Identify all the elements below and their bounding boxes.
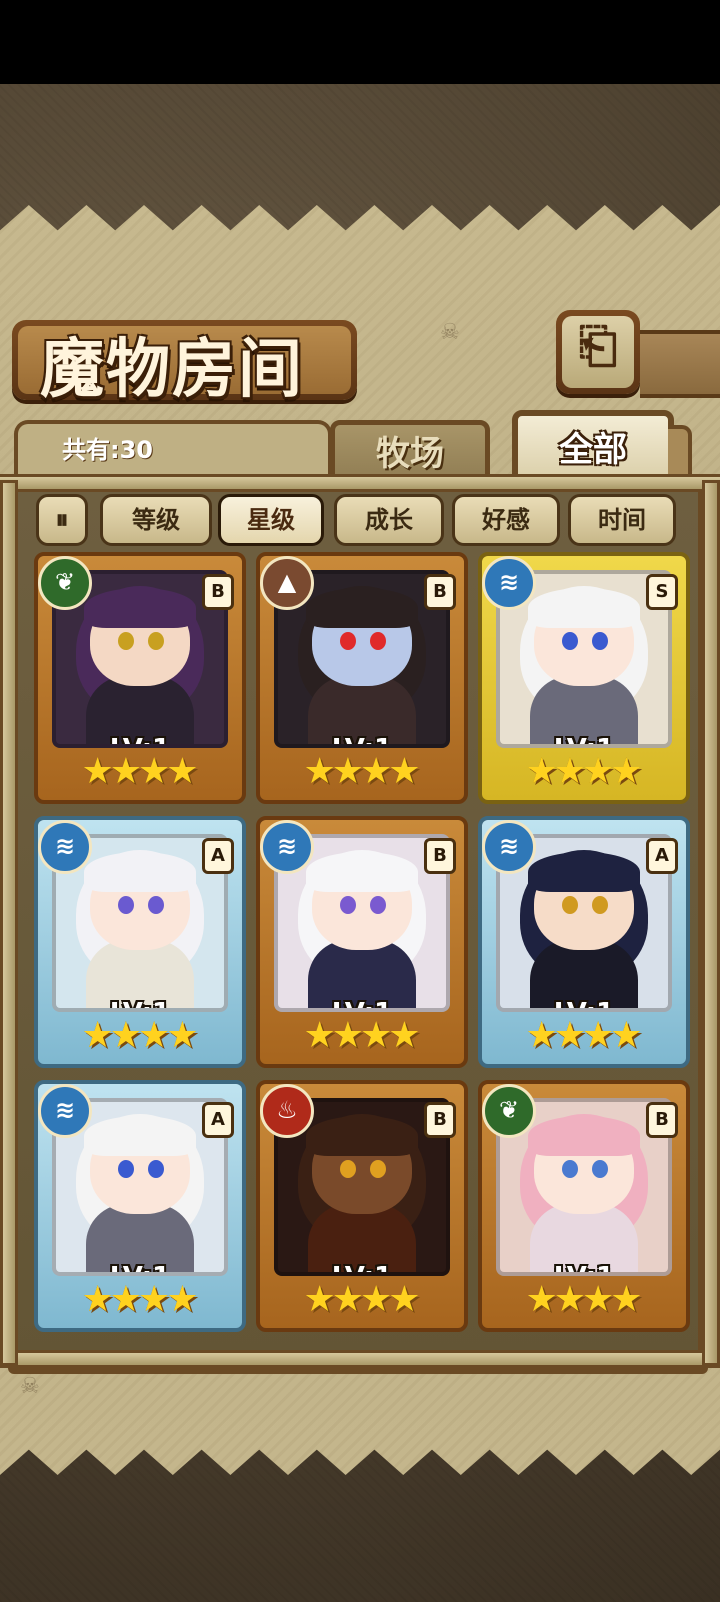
filter-level[interactable]: 等级 bbox=[100, 494, 212, 546]
fire-element-icon: ♨ bbox=[260, 1084, 314, 1138]
character-eye bbox=[148, 896, 164, 914]
monster-card[interactable]: LV:1 ≋ S ★★★★ bbox=[478, 552, 690, 804]
character-eye bbox=[370, 1160, 386, 1178]
character-eye bbox=[118, 632, 134, 650]
character-eye bbox=[562, 896, 578, 914]
monster-card[interactable]: LV:1 ≋ A ★★★★ bbox=[34, 816, 246, 1068]
monster-level: LV:1 bbox=[278, 998, 446, 1008]
star-rating: ★ ★ ★ ★ bbox=[70, 1280, 210, 1320]
character-eye bbox=[592, 632, 608, 650]
character-bangs bbox=[84, 1116, 196, 1156]
monster-count: 共有:30 bbox=[62, 436, 153, 464]
leaf-element-icon: ❦ bbox=[38, 556, 92, 610]
character-eye bbox=[148, 632, 164, 650]
skull-icon: ☠ bbox=[440, 320, 460, 345]
monster-level: LV:1 bbox=[500, 734, 668, 744]
character-eye bbox=[370, 632, 386, 650]
character-bangs bbox=[84, 852, 196, 892]
filter-growth[interactable]: 成长 bbox=[334, 494, 444, 546]
star-icon: ★ bbox=[610, 1015, 643, 1056]
rank-badge: B bbox=[424, 574, 456, 610]
monster-card[interactable]: LV:1 ≋ A ★★★★ bbox=[478, 816, 690, 1068]
rank-badge: B bbox=[646, 1102, 678, 1138]
character-eye bbox=[562, 632, 578, 650]
rank-badge: S bbox=[646, 574, 678, 610]
status-bar bbox=[0, 0, 720, 84]
water-element-icon: ≋ bbox=[482, 556, 536, 610]
character-bangs bbox=[306, 852, 418, 892]
star-icon: ★ bbox=[610, 1279, 643, 1320]
sort-toggle-icon[interactable]: ⏸ bbox=[36, 494, 88, 546]
star-icon: ★ bbox=[166, 1279, 199, 1320]
character-eye bbox=[340, 632, 356, 650]
panel-rail-right bbox=[702, 480, 720, 1366]
star-rating: ★ ★ ★ ★ bbox=[292, 1280, 432, 1320]
water-element-icon: ≋ bbox=[482, 820, 536, 874]
water-element-icon: ≋ bbox=[260, 820, 314, 874]
back-arrow-icon[interactable]: ⎗ bbox=[570, 318, 626, 374]
character-bangs bbox=[306, 588, 418, 628]
monster-level: LV:1 bbox=[278, 734, 446, 744]
star-icon: ★ bbox=[610, 751, 643, 792]
star-rating: ★ ★ ★ ★ bbox=[514, 1016, 654, 1056]
star-icon: ★ bbox=[166, 751, 199, 792]
star-icon: ★ bbox=[166, 1015, 199, 1056]
monster-level: LV:1 bbox=[56, 734, 224, 744]
character-eye bbox=[118, 1160, 134, 1178]
character-eye bbox=[592, 1160, 608, 1178]
panel-rail-bottom bbox=[0, 1350, 720, 1368]
star-rating: ★ ★ ★ ★ bbox=[514, 752, 654, 792]
leaf-element-icon: ❦ bbox=[482, 1084, 536, 1138]
star-rating: ★ ★ ★ ★ bbox=[292, 1016, 432, 1056]
monster-level: LV:1 bbox=[500, 1262, 668, 1272]
monster-card[interactable]: LV:1 ❦ B ★★★★ bbox=[478, 1080, 690, 1332]
monster-card[interactable]: LV:1 ♨ B ★★★★ bbox=[256, 1080, 468, 1332]
header-strip bbox=[640, 330, 720, 398]
rock-element-icon: ▲ bbox=[260, 556, 314, 610]
filter-star[interactable]: 星级 bbox=[218, 494, 324, 546]
monster-level: LV:1 bbox=[56, 1262, 224, 1272]
rank-badge: A bbox=[646, 838, 678, 874]
water-element-icon: ≋ bbox=[38, 820, 92, 874]
water-element-icon: ≋ bbox=[38, 1084, 92, 1138]
character-eye bbox=[592, 896, 608, 914]
skull-icon: ☠ bbox=[20, 1374, 40, 1399]
monster-card[interactable]: LV:1 ≋ A ★★★★ bbox=[34, 1080, 246, 1332]
monster-card[interactable]: LV:1 ❦ B ★★★★ bbox=[34, 552, 246, 804]
star-rating: ★ ★ ★ ★ bbox=[70, 752, 210, 792]
star-rating: ★ ★ ★ ★ bbox=[514, 1280, 654, 1320]
page-title: 魔物房间 bbox=[40, 332, 304, 407]
character-eye bbox=[118, 896, 134, 914]
filter-time[interactable]: 时间 bbox=[568, 494, 676, 546]
character-bangs bbox=[528, 588, 640, 628]
character-bangs bbox=[84, 588, 196, 628]
filter-affection[interactable]: 好感 bbox=[452, 494, 560, 546]
star-icon: ★ bbox=[388, 1279, 421, 1320]
star-icon: ★ bbox=[388, 751, 421, 792]
monster-level: LV:1 bbox=[278, 1262, 446, 1272]
rank-badge: B bbox=[424, 838, 456, 874]
character-eye bbox=[340, 896, 356, 914]
monster-level: LV:1 bbox=[500, 998, 668, 1008]
monster-level: LV:1 bbox=[56, 998, 224, 1008]
star-icon: ★ bbox=[388, 1015, 421, 1056]
character-eye bbox=[340, 1160, 356, 1178]
panel-rail-left bbox=[0, 480, 18, 1366]
character-bangs bbox=[528, 852, 640, 892]
character-bangs bbox=[528, 1116, 640, 1156]
panel-rail-top bbox=[0, 474, 720, 492]
monster-card[interactable]: LV:1 ▲ B ★★★★ bbox=[256, 552, 468, 804]
character-eye bbox=[370, 896, 386, 914]
star-rating: ★ ★ ★ ★ bbox=[292, 752, 432, 792]
star-rating: ★ ★ ★ ★ bbox=[70, 1016, 210, 1056]
monster-card[interactable]: LV:1 ≋ B ★★★★ bbox=[256, 816, 468, 1068]
character-eye bbox=[562, 1160, 578, 1178]
rank-badge: A bbox=[202, 838, 234, 874]
character-bangs bbox=[306, 1116, 418, 1156]
character-eye bbox=[148, 1160, 164, 1178]
rank-badge: A bbox=[202, 1102, 234, 1138]
rank-badge: B bbox=[202, 574, 234, 610]
rank-badge: B bbox=[424, 1102, 456, 1138]
